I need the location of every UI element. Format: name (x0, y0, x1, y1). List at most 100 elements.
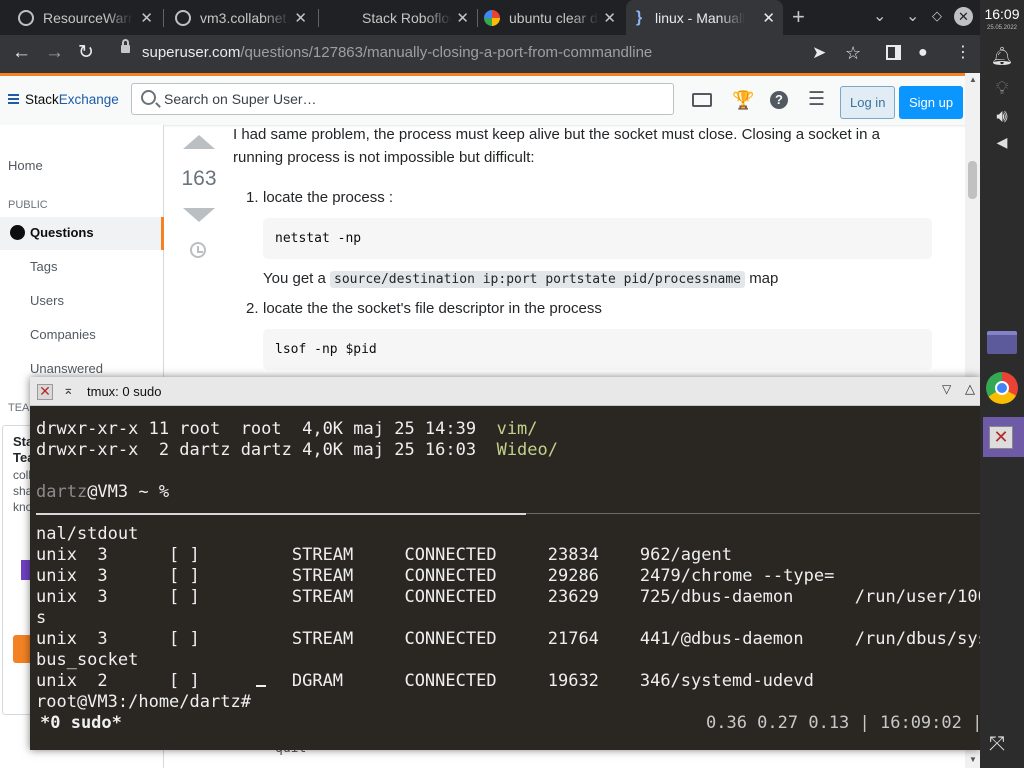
answer-text-part: map (749, 270, 779, 287)
terminal-line: s (36, 608, 47, 628)
volume-icon[interactable]: 🔊︎ (980, 106, 1024, 127)
sidebar-item-unanswered[interactable]: Unanswered (30, 361, 103, 376)
tmux-window-list[interactable]: *0 sudo* (40, 713, 122, 733)
step-number: 1. (246, 189, 259, 206)
trophy-icon[interactable]: 🏆 (732, 91, 754, 109)
tab-title: Stack Roboflow (362, 9, 452, 26)
directory-name: vim/ (496, 419, 538, 439)
tab-linux-manually[interactable]: } linux - Manuall ✕ (626, 0, 783, 35)
tab-close-icon[interactable]: ✕ (456, 9, 469, 27)
terminal-line: unix 3 [ ] STREAM CONNECTED 23629 725/db… (36, 587, 980, 607)
answer-intro: I had same problem, the process must kee… (233, 125, 933, 169)
url-host: superuser.com (142, 44, 241, 61)
terminal-content[interactable]: drwxr-xr-x 11 root root 4,0K maj 25 14:3… (36, 407, 980, 750)
collapse-tray-icon[interactable]: ◀ (980, 134, 1024, 151)
lightbulb-icon[interactable]: 💡︎ (980, 78, 1024, 99)
search-box[interactable] (131, 83, 674, 115)
tab-divider (163, 9, 164, 27)
login-button[interactable]: Log in (840, 86, 896, 119)
send-icon[interactable]: ➤ (812, 41, 826, 65)
reload-icon[interactable]: ↻ (78, 41, 94, 65)
terminal-line: unix 3 [ ] STREAM CONNECTED 23834 962/ag… (36, 545, 732, 565)
sidebar-heading-teams: TEA (8, 402, 30, 414)
profile-icon[interactable]: ● (918, 41, 928, 65)
site-switcher-icon[interactable]: ☰ (808, 90, 825, 109)
desktop: ResourceWarn ✕ vm3.collabnet. ✕ Stack Ro… (0, 0, 1024, 768)
sidebar-item-questions[interactable]: Questions (0, 217, 164, 250)
terminal-line: drwxr-xr-x 11 root root 4,0K maj 25 14:3… (36, 419, 538, 440)
directory-name: Wideo/ (496, 440, 558, 460)
minimize-icon[interactable]: ⌄ (906, 6, 919, 26)
tab-title: ResourceWarn (43, 9, 133, 26)
history-icon[interactable] (190, 242, 206, 258)
maximize-icon[interactable]: △ (965, 381, 975, 397)
terminal-line: drwxr-xr-x 2 dartz dartz 4,0K maj 25 16:… (36, 440, 558, 461)
ls-entry: drwxr-xr-x 2 dartz dartz 4,0K maj 25 16:… (36, 440, 497, 460)
app-launcher-icon[interactable]: ⤧ (989, 733, 1005, 756)
code-block-lsof: lsof -np $pid (263, 329, 932, 370)
clock-time[interactable]: 16:09 (980, 6, 1024, 22)
keep-above-icon[interactable]: ⌅ (63, 382, 74, 398)
pane-border[interactable] (526, 513, 980, 514)
tab-close-icon[interactable]: ✕ (603, 9, 616, 27)
answer-text: I had same problem, the process must kee… (233, 126, 880, 143)
tab-ubuntu-clear[interactable]: ubuntu clear d ✕ (474, 0, 624, 35)
sidebar-heading-public: PUBLIC (8, 199, 48, 211)
stackexchange-logo[interactable]: StackExchange (8, 92, 119, 107)
help-icon[interactable]: ? (770, 91, 788, 109)
new-tab-button[interactable]: + (792, 4, 805, 30)
upvote-icon[interactable] (183, 135, 215, 149)
address-bar[interactable]: superuser.com/questions/127863/manually-… (142, 44, 652, 61)
superuser-icon: } (636, 8, 643, 26)
downvote-icon[interactable] (183, 208, 215, 222)
step-text: locate the the socket's file descriptor … (263, 300, 602, 317)
terminal-prompt: dartz@VM3 ~ % (36, 482, 169, 503)
logo-suffix: Exchange (58, 92, 119, 107)
scroll-up-icon[interactable]: ▲ (969, 75, 977, 84)
sidebar-item-label: Questions (30, 225, 94, 240)
notification-icon[interactable]: 🔔︎ (980, 46, 1024, 67)
tab-close-icon[interactable]: ✕ (762, 9, 775, 27)
tab-close-icon[interactable]: ✕ (294, 9, 307, 27)
terminal-window[interactable]: ✕ ⌅ tmux: 0 sudo ▽ △ drwxr-xr-x 11 root … (30, 377, 980, 750)
menu-icon[interactable]: ⋮ (955, 41, 971, 65)
sidebar-item-tags[interactable]: Tags (30, 259, 57, 274)
pane-border-active[interactable] (36, 513, 526, 515)
xterm-icon: ✕ (989, 426, 1013, 449)
close-icon[interactable]: ✕ (37, 384, 53, 400)
close-window-icon[interactable]: ✕ (954, 7, 973, 26)
inbox-icon[interactable] (692, 93, 712, 107)
terminal-cursor (256, 685, 266, 687)
lock-icon[interactable] (121, 39, 130, 53)
signup-button[interactable]: Sign up (899, 86, 964, 119)
scrollbar-thumb[interactable] (968, 161, 977, 199)
forward-icon[interactable]: → (45, 41, 64, 65)
tab-stack-roboflow[interactable]: Stack Roboflow ✕ (327, 0, 477, 35)
search-icon (141, 90, 156, 105)
side-panel-icon[interactable] (886, 45, 901, 60)
tab-vm3[interactable]: vm3.collabnet. ✕ (165, 0, 315, 35)
maximize-icon[interactable]: ◇ (932, 8, 942, 24)
teams-text: coll (13, 468, 32, 482)
chevron-down-icon[interactable]: ⌄ (873, 6, 886, 26)
tab-strip: ResourceWarn ✕ vm3.collabnet. ✕ Stack Ro… (0, 0, 980, 35)
sidebar-item-home[interactable]: Home (8, 158, 43, 173)
tab-close-icon[interactable]: ✕ (140, 9, 153, 27)
url-path: /questions/127863/manually-closing-a-por… (240, 44, 653, 61)
search-input[interactable] (164, 88, 664, 110)
xterm-task[interactable]: ✕ (983, 417, 1024, 457)
back-icon[interactable]: ← (12, 41, 31, 65)
chrome-icon[interactable] (986, 372, 1018, 404)
tab-resourcewarn[interactable]: ResourceWarn ✕ (8, 0, 161, 35)
scroll-down-icon[interactable]: ▼ (969, 755, 977, 764)
prompt-user: dartz (36, 482, 88, 502)
site-topbar: StackExchange 🏆 ? ☰ Log in Sign up (0, 73, 980, 125)
sidebar-item-users[interactable]: Users (30, 293, 64, 308)
globe-icon (18, 9, 34, 26)
minimize-icon[interactable]: ▽ (942, 382, 951, 396)
star-icon[interactable]: ☆ (845, 41, 861, 65)
terminal-titlebar[interactable]: ✕ ⌅ tmux: 0 sudo ▽ △ (30, 377, 980, 406)
folder-icon[interactable] (987, 331, 1017, 354)
sidebar-item-companies[interactable]: Companies (30, 327, 96, 342)
step-text: locate the process : (263, 189, 394, 206)
